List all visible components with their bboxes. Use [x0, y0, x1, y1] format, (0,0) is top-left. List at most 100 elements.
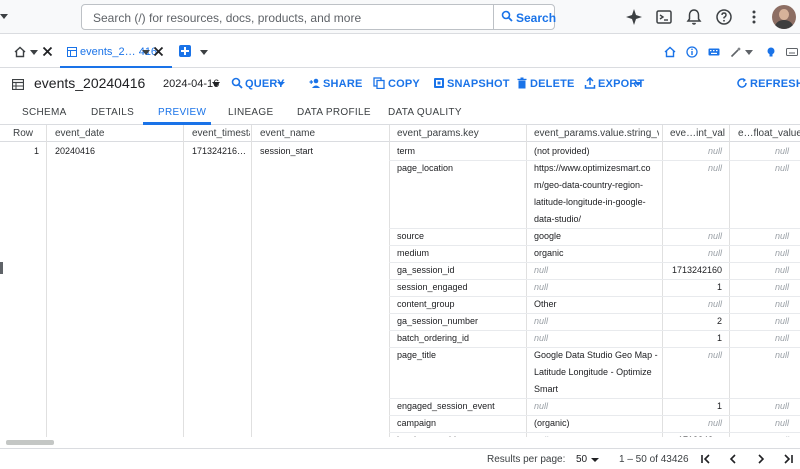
results-per-page-select[interactable]: 50	[576, 454, 587, 465]
left-panel-resize-handle[interactable]	[0, 262, 3, 274]
tab-schema[interactable]: SCHEMA	[22, 107, 67, 118]
cell-param-string-value: m/geo-data-country-region-	[534, 180, 644, 190]
cell-param-key: page_title	[397, 350, 437, 360]
magic-wand-icon[interactable]	[730, 46, 742, 58]
query-menu-caret[interactable]	[277, 82, 285, 86]
search-box[interactable]: Search (/) for resources, docs, products…	[81, 4, 557, 30]
new-tab-button[interactable]	[179, 45, 191, 57]
cell-param-string-value: organic	[534, 248, 564, 258]
search-button[interactable]: Search	[493, 5, 557, 29]
wand-menu-caret[interactable]	[745, 50, 753, 55]
cell-param-key: content_group	[397, 299, 455, 309]
refresh-icon	[737, 78, 747, 88]
close-icon[interactable]	[153, 46, 164, 57]
editor-tab-bar: events_2… 416	[0, 34, 800, 68]
row-divider	[389, 228, 800, 229]
tab-events-table[interactable]: events_2… 416	[60, 34, 172, 68]
column-header-row[interactable]: Row	[13, 128, 43, 139]
copy-button[interactable]: COPY	[388, 78, 420, 90]
partition-date-select[interactable]: 2024-04-16	[163, 78, 219, 90]
row-divider	[389, 160, 800, 161]
preview-table: Row event_date event_timestamp event_nam…	[0, 125, 800, 437]
export-menu-caret[interactable]	[634, 82, 642, 86]
cell-param-string-value: data-studio/	[534, 214, 582, 224]
first-page-icon[interactable]	[700, 453, 712, 465]
row-divider	[389, 279, 800, 280]
tab-menu-caret[interactable]	[142, 50, 150, 55]
more-vert-icon[interactable]	[745, 8, 763, 26]
delete-button[interactable]: DELETE	[530, 78, 575, 90]
tab-data-profile[interactable]: DATA PROFILE	[297, 107, 371, 118]
new-tab-menu-caret[interactable]	[200, 50, 208, 55]
cell-param-key: medium	[397, 248, 430, 258]
cell-event-name: session_start	[260, 146, 314, 156]
chevron-down-icon[interactable]	[591, 458, 599, 462]
avatar[interactable]	[772, 5, 796, 29]
home-icon[interactable]	[664, 46, 676, 58]
column-header-params-float-value[interactable]: e…float_value	[738, 128, 800, 139]
cell-param-float-value: null	[774, 163, 789, 173]
cell-param-float-value: null	[774, 146, 789, 156]
cell-param-string-value: null	[534, 333, 549, 343]
next-page-icon[interactable]	[755, 453, 767, 465]
prev-page-icon[interactable]	[727, 453, 739, 465]
cell-param-int-value: 1713242160	[671, 265, 722, 275]
column-header-params-int-value[interactable]: eve…int_value	[670, 128, 725, 139]
cell-param-int-value: null	[707, 163, 722, 173]
lightbulb-icon[interactable]	[765, 46, 777, 58]
tab-lineage[interactable]: LINEAGE	[228, 107, 273, 118]
cell-param-float-value: null	[774, 282, 789, 292]
row-divider	[389, 347, 800, 348]
search-button-label: Search	[516, 11, 557, 25]
row-divider	[389, 262, 800, 263]
home-tab-menu-caret[interactable]	[30, 50, 38, 55]
keyboard-icon[interactable]	[786, 46, 798, 58]
last-page-icon[interactable]	[782, 453, 794, 465]
cell-param-float-value: null	[774, 299, 789, 309]
cell-param-key: batch_ordering_id	[397, 333, 470, 343]
home-icon[interactable]	[14, 46, 26, 58]
tab-details[interactable]: DETAILS	[91, 107, 134, 118]
add-person-icon	[309, 78, 320, 88]
search-input[interactable]: Search (/) for resources, docs, products…	[93, 11, 361, 25]
column-header-event-date[interactable]: event_date	[55, 128, 175, 139]
close-icon[interactable]	[42, 46, 53, 57]
pagination-bar: Results per page: 50 1 – 50 of 43426	[0, 448, 800, 469]
bell-icon[interactable]	[685, 8, 703, 26]
cell-param-int-value: null	[707, 248, 722, 258]
cell-param-int-value: null	[707, 231, 722, 241]
cell-param-float-value: null	[774, 231, 789, 241]
terminal-icon[interactable]	[655, 8, 673, 26]
refresh-button[interactable]: REFRESH	[750, 78, 800, 90]
table-subtabs: SCHEMA DETAILS PREVIEW LINEAGE DATA PROF…	[0, 100, 800, 125]
delete-icon	[517, 77, 527, 89]
column-header-params-key[interactable]: event_params.key	[397, 128, 522, 139]
tab-data-quality[interactable]: DATA QUALITY	[388, 107, 462, 118]
cell-param-string-value: google	[534, 231, 562, 241]
horizontal-scrollbar[interactable]	[6, 440, 54, 445]
cell-param-float-value: null	[774, 350, 789, 360]
snapshot-button[interactable]: SNAPSHOT	[447, 78, 510, 90]
cell-param-string-value: latitude-longitude-in-google-	[534, 197, 646, 207]
keyboard-icon[interactable]	[708, 46, 720, 58]
share-button[interactable]: SHARE	[323, 78, 363, 90]
cell-param-key: ga_session_id	[397, 265, 455, 275]
row-divider	[389, 245, 800, 246]
column-header-event-name[interactable]: event_name	[260, 128, 380, 139]
cell-param-float-value: null	[774, 265, 789, 275]
cell-param-string-value: null	[534, 282, 549, 292]
tab-preview[interactable]: PREVIEW	[158, 107, 206, 118]
cell-param-string-value: null	[534, 316, 549, 326]
project-dropdown-caret[interactable]	[0, 4, 10, 28]
help-icon[interactable]	[715, 8, 733, 26]
results-per-page-label: Results per page:	[487, 454, 566, 465]
chevron-down-icon[interactable]	[212, 82, 220, 87]
cell-param-int-value: 1713242…	[664, 435, 722, 437]
column-header-event-timestamp[interactable]: event_timestamp	[192, 128, 250, 139]
cell-param-int-value: 1	[716, 333, 722, 343]
info-icon[interactable]	[686, 46, 698, 58]
column-header-params-string-value[interactable]: event_params.value.string_value	[534, 128, 659, 139]
cell-param-string-value: (organic)	[534, 418, 570, 428]
cell-param-int-value: 2	[716, 316, 722, 326]
sparkle-icon[interactable]	[625, 8, 643, 26]
